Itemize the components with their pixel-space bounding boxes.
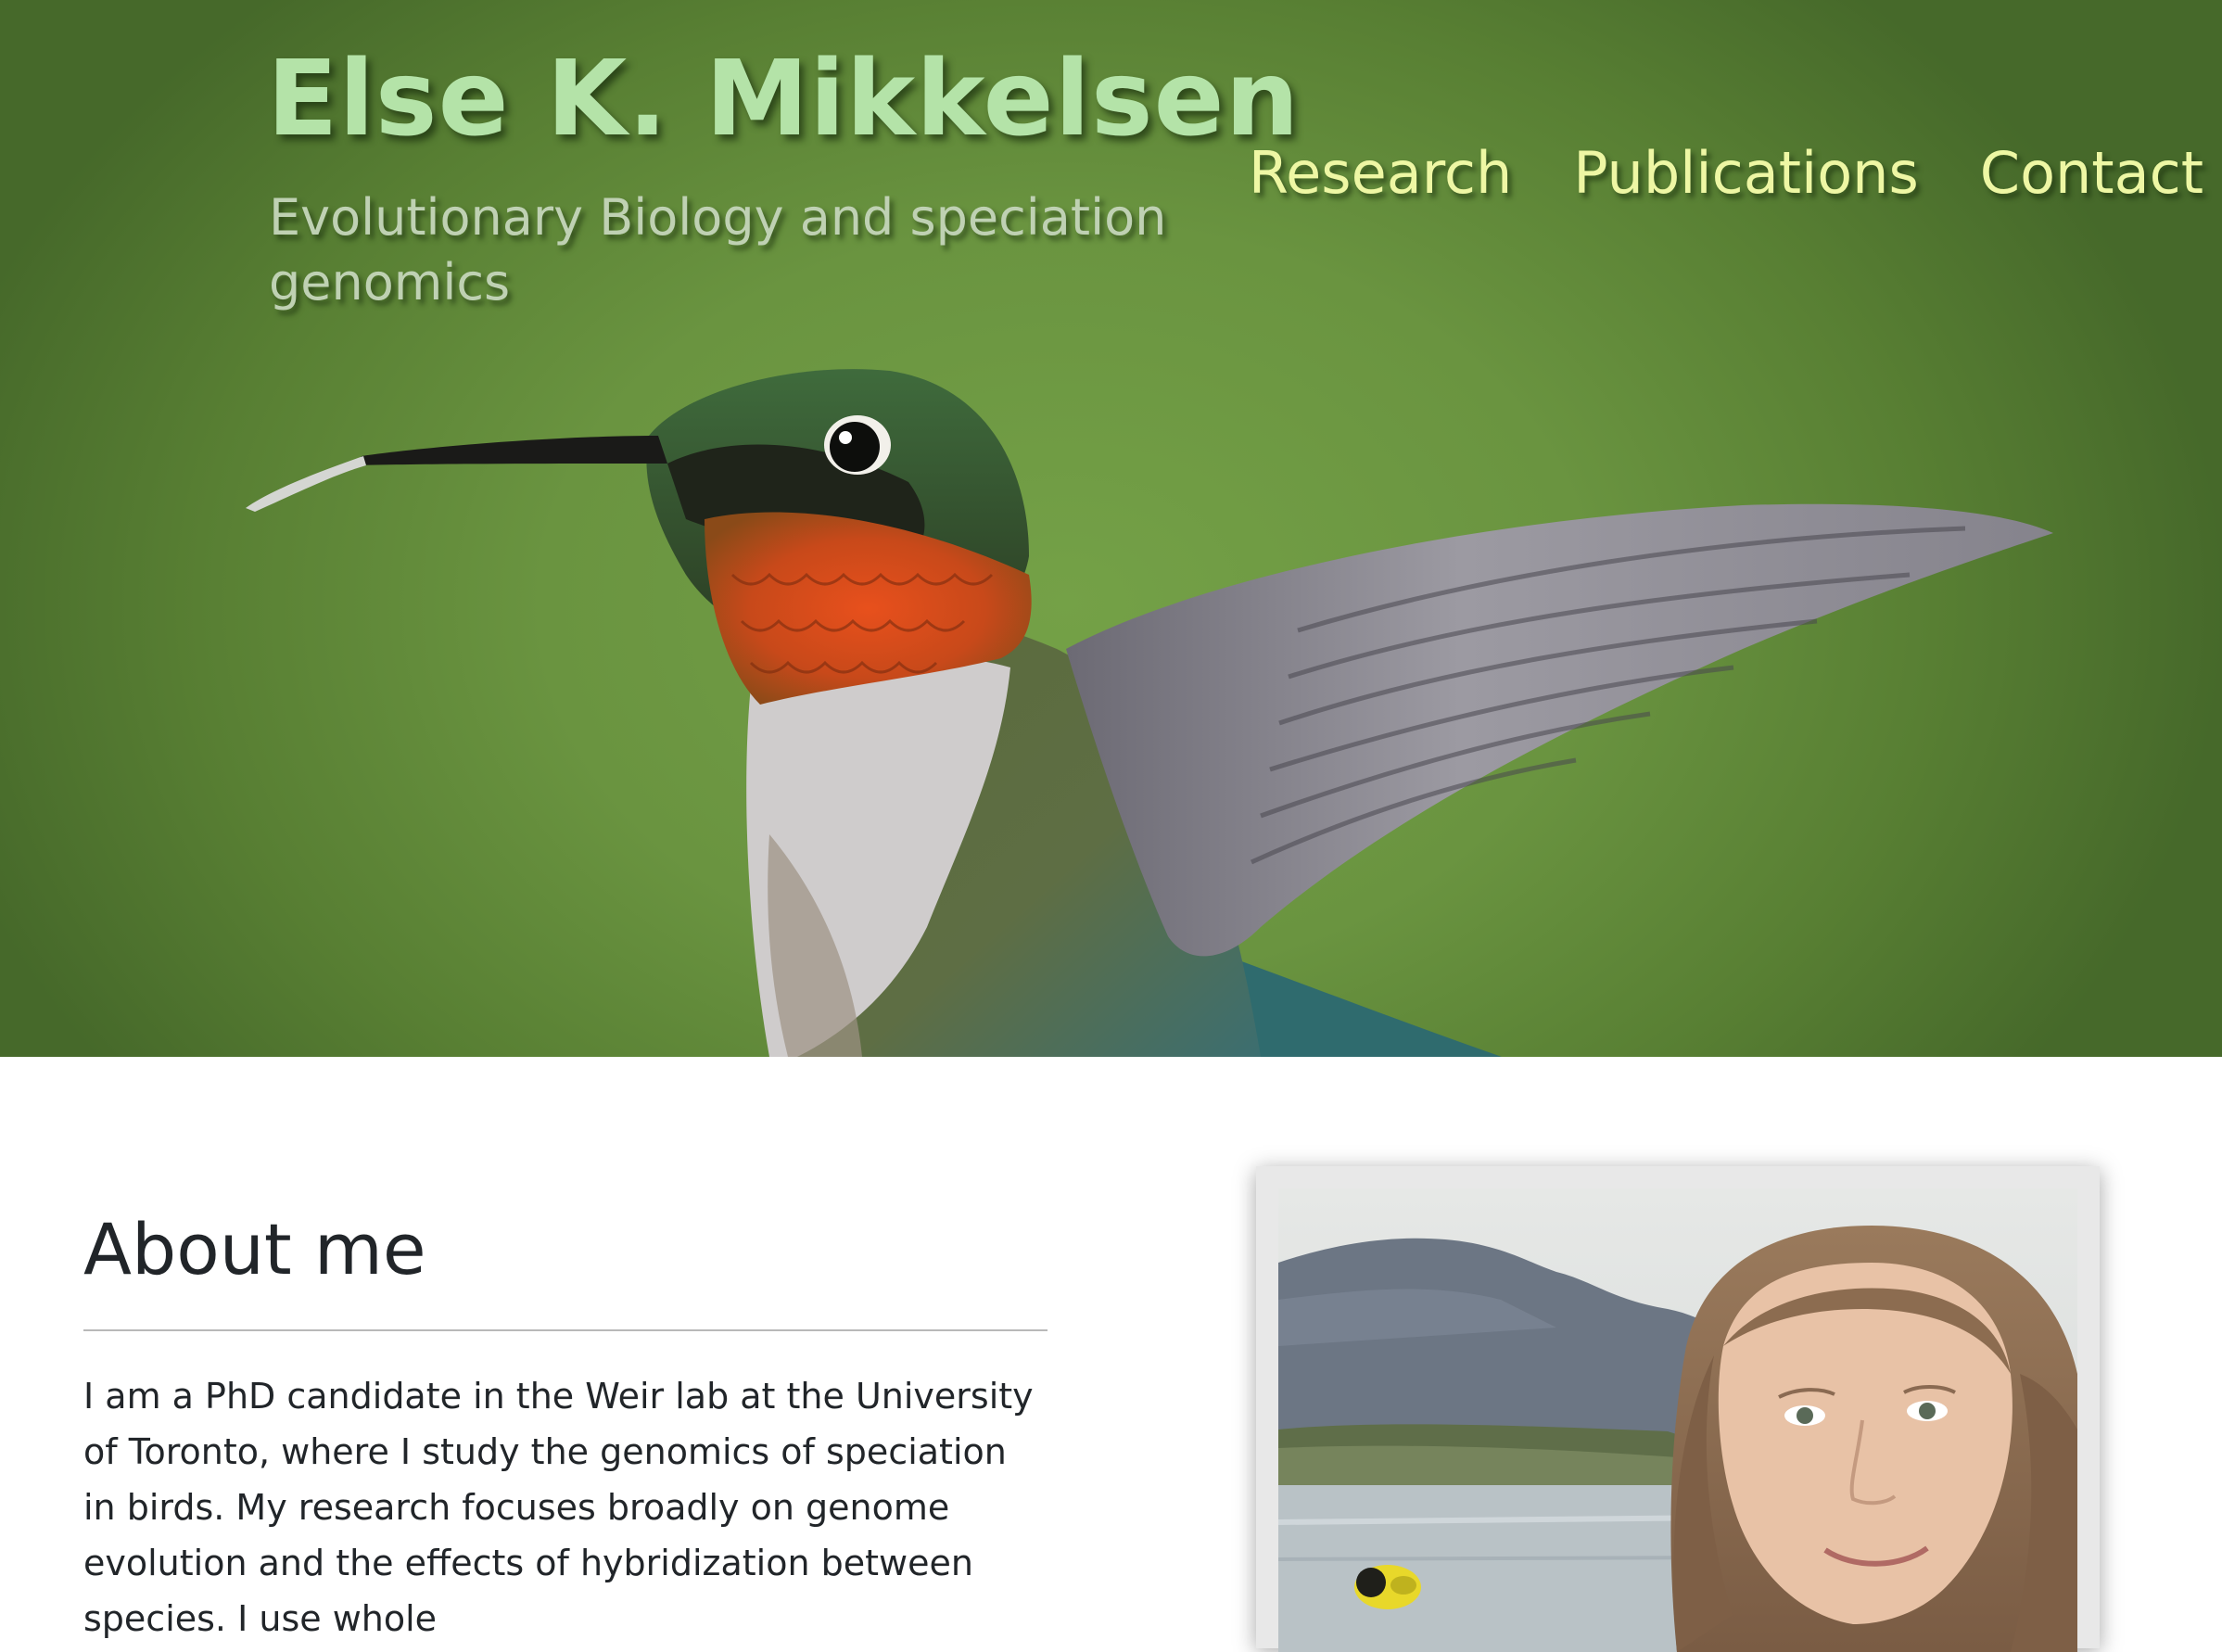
- about-section: About me I am a PhD candidate in the Wei…: [83, 1205, 1048, 1646]
- site-subtitle: Evolutionary Biology and speciation geno…: [269, 188, 1167, 311]
- about-divider: [83, 1329, 1048, 1331]
- about-body: I am a PhD candidate in the Weir lab at …: [83, 1376, 1034, 1639]
- nav-link-research[interactable]: Research: [1249, 139, 1512, 207]
- main-navigation: Research Publications Contact: [1249, 139, 2203, 207]
- nav-link-publications[interactable]: Publications: [1573, 139, 1919, 207]
- nav-link-contact[interactable]: Contact: [1980, 139, 2203, 207]
- profile-photo: [1278, 1188, 2077, 1652]
- site-title[interactable]: Else K. Mikkelsen: [267, 39, 1300, 159]
- about-heading: About me: [83, 1208, 426, 1290]
- portrait-image: [1278, 1188, 2077, 1652]
- profile-photo-frame: [1256, 1166, 2100, 1652]
- hero-banner: Else K. Mikkelsen Evolutionary Biology a…: [0, 0, 2222, 1057]
